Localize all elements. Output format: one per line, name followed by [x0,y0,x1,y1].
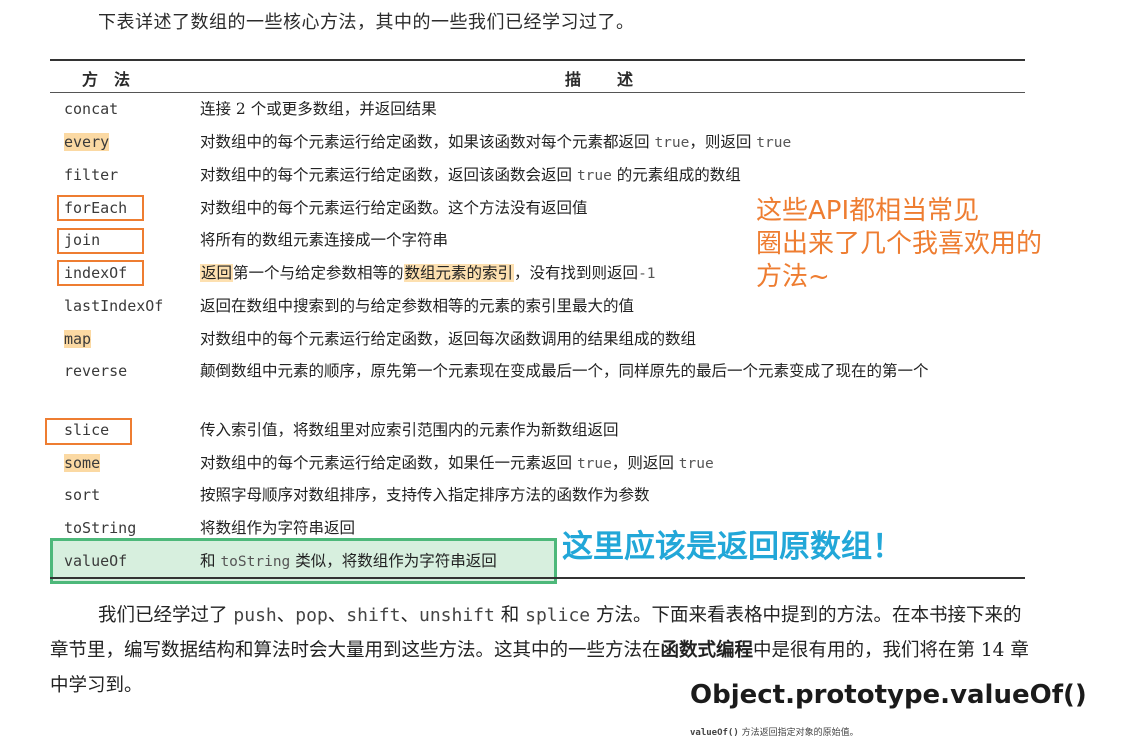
method-name: toString [64,519,137,537]
method-description: 对数组中的每个元素运行给定函数，如果该函数对每个元素都返回 true，则返回 t… [200,133,792,151]
method-name: some [64,454,101,472]
method-name: filter [64,166,119,184]
teal-annotation-note: 这里应该是返回原数组！ [562,529,903,565]
table-top-rule [50,59,1025,61]
orange-annotation-note: 这些API都相当常见 圈出来了几个我喜欢用的 方法~ [756,196,1043,292]
method-name: every [64,133,110,151]
method-name: slice [64,421,110,439]
method-name: concat [64,100,119,118]
method-description: 按照字母顺序对数组排序，支持传入指定排序方法的函数作为参数 [200,486,650,504]
method-name: valueOf [64,552,128,570]
method-description: 对数组中的每个元素运行给定函数，返回该函数会返回 true 的元素组成的数组 [200,166,741,184]
mdn-valueof-subtitle: valueOf() 方法返回指定对象的原始值。 [690,728,859,738]
method-name: reverse [64,362,128,380]
method-description: 颠倒数组中元素的顺序，原先第一个元素现在变成最后一个，同样原先的最后一个元素变成… [200,362,929,380]
method-description: 返回在数组中搜索到的与给定参数相等的元素的索引里最大的值 [200,297,635,315]
method-description: 对数组中的每个元素运行给定函数，如果任一元素返回 true，则返回 true [200,454,714,472]
header-description: 描述 [565,70,670,89]
method-name: map [64,330,92,348]
table-header-rule [50,92,1025,93]
method-description: 对数组中的每个元素运行给定函数，返回每次函数调用的结果组成的数组 [200,330,697,348]
method-name: sort [64,486,101,504]
header-method: 方法 [82,70,147,89]
method-name: join [64,231,101,249]
intro-text: 下表详述了数组的一些核心方法，其中的一些我们已经学习过了。 [98,12,635,33]
table-bottom-rule [50,577,1025,579]
method-name: forEach [64,199,128,217]
method-description: 传入索引值，将数组里对应索引范围内的元素作为新数组返回 [200,421,619,439]
method-name: lastIndexOf [64,297,164,315]
method-description: 连接 2 个或更多数组，并返回结果 [200,100,437,118]
mdn-valueof-title: Object.prototype.valueOf() [690,680,1087,710]
method-name: indexOf [64,264,128,282]
